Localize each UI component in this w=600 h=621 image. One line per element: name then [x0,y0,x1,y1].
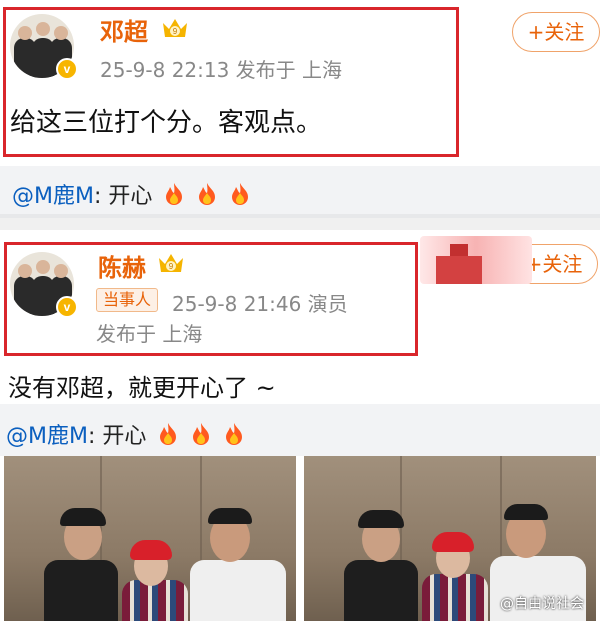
follow-button[interactable]: +关注 [512,12,600,52]
fire-emoji-icon [166,183,183,205]
highlight-box [3,7,459,157]
highlight-box [4,242,418,356]
quote-text: : 开心 [87,424,147,449]
mention-link[interactable]: @M鹿M [12,184,94,209]
mention-link[interactable]: @M鹿M [6,424,88,449]
repost-quote-2: @M鹿M: 开心 [0,404,600,456]
post-photo-1[interactable] [4,456,296,621]
quote-text: : 开心 [93,184,153,209]
flag-banner-image [420,236,532,284]
fire-emoji-icon [226,423,243,445]
repost-quote-1: @M鹿M: 开心 [0,166,600,218]
fire-emoji-icon [232,183,249,205]
post-card-1: v 邓超 9 25-9-8 22:13 发布于 上海 给这三位打个分。客观点。 … [0,0,600,166]
divider [0,218,600,230]
post-text: 没有邓超，就更开心了 ~ [8,374,276,402]
post-photo-2[interactable]: @自由说社会 [304,456,596,621]
watermark: @自由说社会 [500,596,584,612]
fire-emoji-icon [193,423,210,445]
fire-emoji-icon [160,423,177,445]
fire-emoji-icon [199,183,216,205]
